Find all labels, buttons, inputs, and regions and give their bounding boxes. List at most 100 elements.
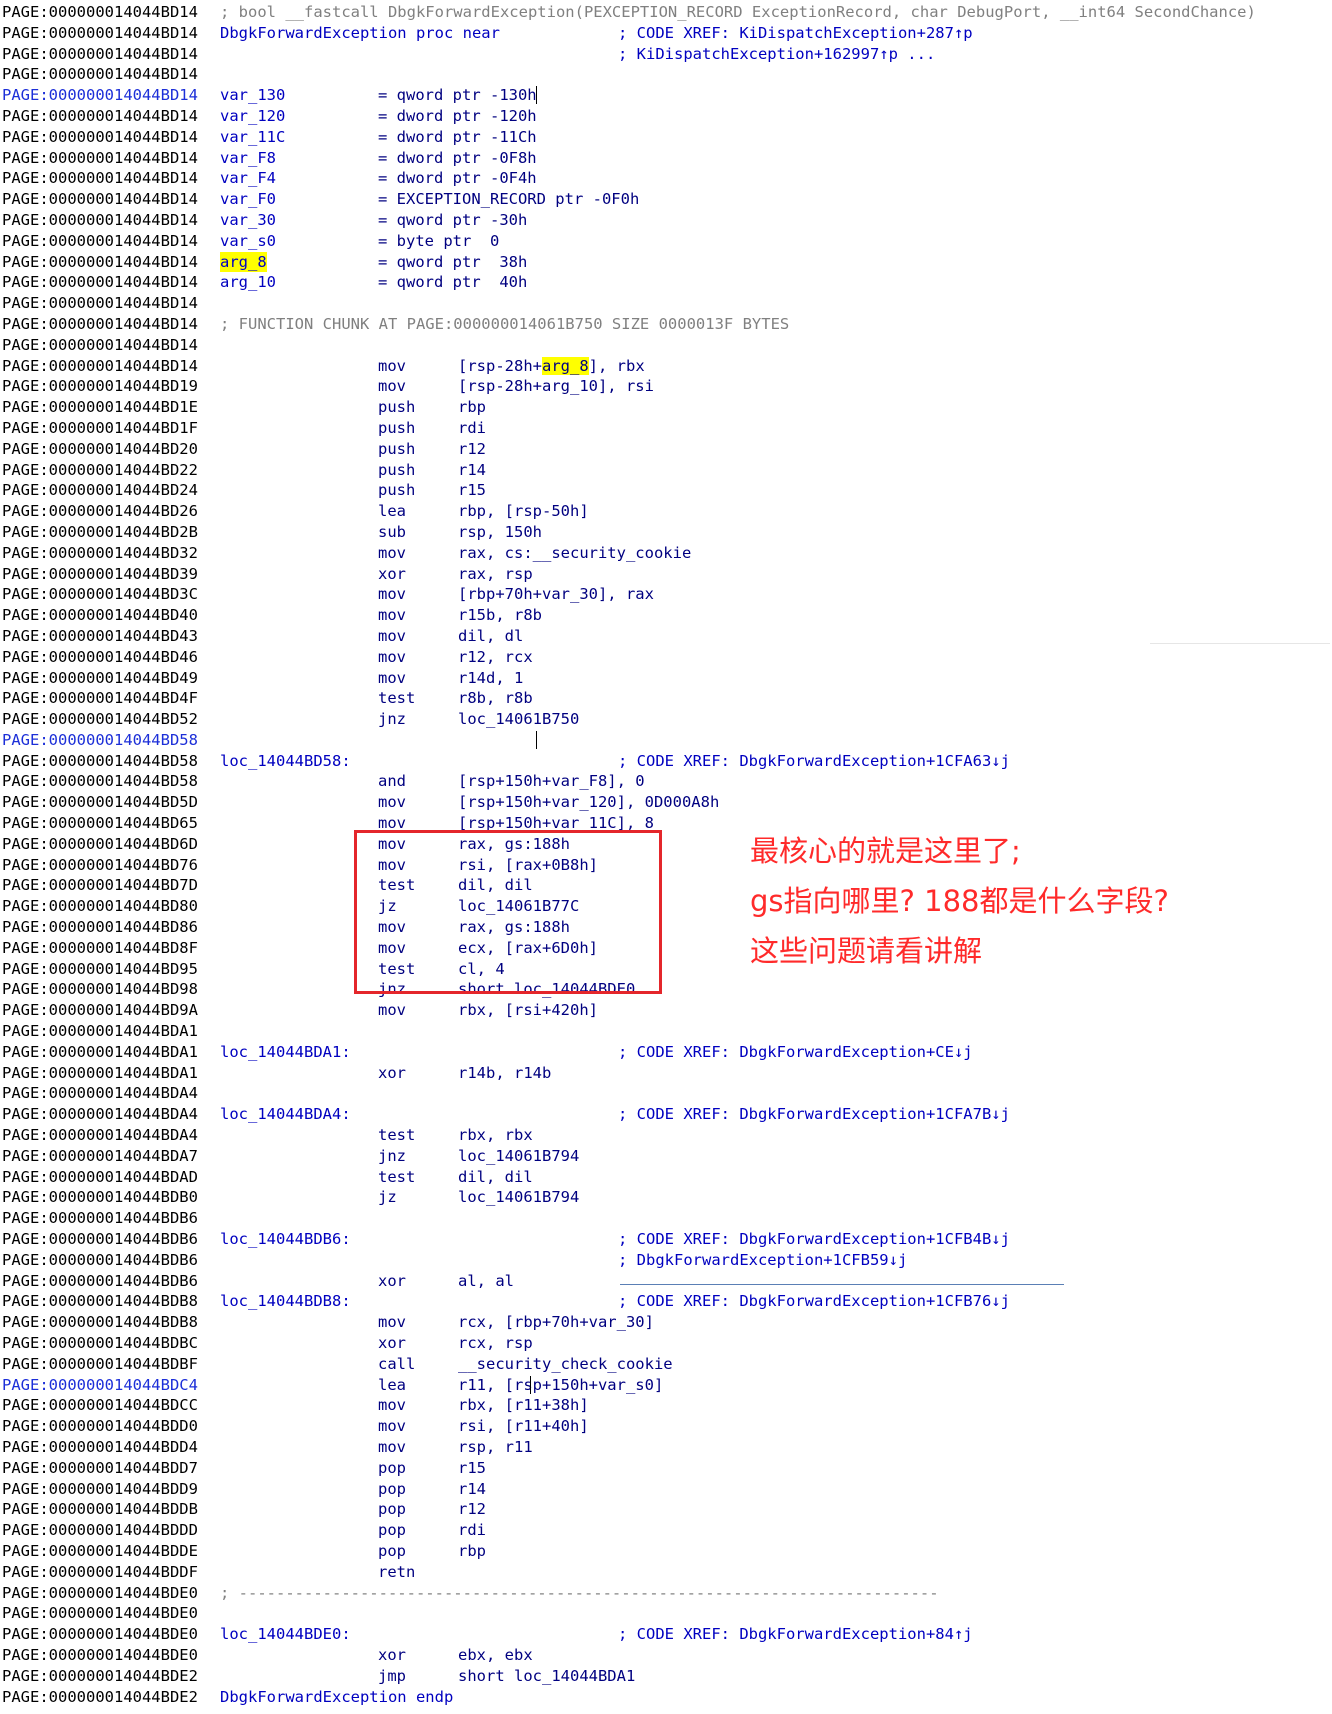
- line-address[interactable]: PAGE:000000014044BD52: [2, 709, 198, 730]
- disasm-line[interactable]: PAGE:000000014044BD14 ; bool __fastcall D…: [2, 2, 1332, 23]
- line-address[interactable]: PAGE:000000014044BD14: [2, 85, 198, 106]
- line-address[interactable]: PAGE:000000014044BD6D: [2, 834, 198, 855]
- disasm-line[interactable]: PAGE:000000014044BDBF call __security_chec…: [2, 1354, 1332, 1375]
- disasm-line[interactable]: PAGE:000000014044BD1E push rbp: [2, 397, 1332, 418]
- line-address[interactable]: PAGE:000000014044BDB8: [2, 1312, 198, 1333]
- line-address[interactable]: PAGE:000000014044BD24: [2, 480, 198, 501]
- disasm-line[interactable]: PAGE:000000014044BDA4 test rbx, rbx: [2, 1125, 1332, 1146]
- disasm-line[interactable]: PAGE:000000014044BD2B sub rsp, 150h: [2, 522, 1332, 543]
- line-address[interactable]: PAGE:000000014044BD20: [2, 439, 198, 460]
- disasm-line[interactable]: PAGE:000000014044BDDB pop r12: [2, 1499, 1332, 1520]
- disasm-line[interactable]: PAGE:000000014044BD52 jnz loc_14061B750: [2, 709, 1332, 730]
- disasm-line[interactable]: PAGE:000000014044BDCC mov rbx, [r11+38h]: [2, 1395, 1332, 1416]
- line-address[interactable]: PAGE:000000014044BD39: [2, 564, 198, 585]
- disasm-line[interactable]: PAGE:000000014044BDB6: [2, 1208, 1332, 1229]
- disasm-line[interactable]: PAGE:000000014044BDDE pop rbp: [2, 1541, 1332, 1562]
- line-address[interactable]: PAGE:000000014044BD14: [2, 356, 198, 377]
- line-address[interactable]: PAGE:000000014044BD22: [2, 460, 198, 481]
- code-label[interactable]: var_F4: [220, 168, 276, 189]
- disasm-line[interactable]: PAGE:000000014044BDB8 mov rcx, [rbp+70h+va…: [2, 1312, 1332, 1333]
- disasm-line[interactable]: PAGE:000000014044BD58 and [rsp+150h+var_F8…: [2, 771, 1332, 792]
- line-address[interactable]: PAGE:000000014044BD58: [2, 730, 198, 751]
- line-address[interactable]: PAGE:000000014044BD1F: [2, 418, 198, 439]
- line-address[interactable]: PAGE:000000014044BDB6: [2, 1250, 198, 1271]
- line-address[interactable]: PAGE:000000014044BD14: [2, 189, 198, 210]
- disasm-line[interactable]: PAGE:000000014044BDAD test dil, dil: [2, 1167, 1332, 1188]
- line-address[interactable]: PAGE:000000014044BD5D: [2, 792, 198, 813]
- line-address[interactable]: PAGE:000000014044BDE2: [2, 1687, 198, 1708]
- disasm-line[interactable]: PAGE:000000014044BD14 var_F8 = dword ptr -…: [2, 148, 1332, 169]
- line-address[interactable]: PAGE:000000014044BDA4: [2, 1083, 198, 1104]
- disasm-line[interactable]: PAGE:000000014044BDE0 xor ebx, ebx: [2, 1645, 1332, 1666]
- line-address[interactable]: PAGE:000000014044BD19: [2, 376, 198, 397]
- code-label[interactable]: var_130: [220, 85, 285, 106]
- disasm-line[interactable]: PAGE:000000014044BD26 lea rbp, [rsp-50h]: [2, 501, 1332, 522]
- disasm-line[interactable]: PAGE:000000014044BD14 ; KiDispatchExcepti…: [2, 44, 1332, 65]
- line-address[interactable]: PAGE:000000014044BDE2: [2, 1666, 198, 1687]
- disasm-line[interactable]: PAGE:000000014044BD1F push rdi: [2, 418, 1332, 439]
- disasm-line[interactable]: PAGE:000000014044BD14 var_130 = qword ptr …: [2, 85, 1332, 106]
- line-address[interactable]: PAGE:000000014044BD8F: [2, 938, 198, 959]
- code-label[interactable]: var_120: [220, 106, 285, 127]
- disasm-line[interactable]: PAGE:000000014044BD14 var_30 = qword ptr -…: [2, 210, 1332, 231]
- line-address[interactable]: PAGE:000000014044BD86: [2, 917, 198, 938]
- line-address[interactable]: PAGE:000000014044BDA4: [2, 1104, 198, 1125]
- disasm-line[interactable]: PAGE:000000014044BD14 var_s0 = byte ptr 0: [2, 231, 1332, 252]
- line-address[interactable]: PAGE:000000014044BDB8: [2, 1291, 198, 1312]
- code-label[interactable]: DbgkForwardException proc near: [220, 23, 500, 44]
- line-address[interactable]: PAGE:000000014044BD14: [2, 314, 198, 335]
- code-label[interactable]: DbgkForwardException endp: [220, 1687, 453, 1708]
- disasm-line[interactable]: PAGE:000000014044BDD0 mov rsi, [r11+40h]: [2, 1416, 1332, 1437]
- line-address[interactable]: PAGE:000000014044BD58: [2, 771, 198, 792]
- line-address[interactable]: PAGE:000000014044BD7D: [2, 875, 198, 896]
- disasm-line[interactable]: PAGE:000000014044BD39 xor rax, rsp: [2, 564, 1332, 585]
- line-address[interactable]: PAGE:000000014044BDA7: [2, 1146, 198, 1167]
- disasm-line[interactable]: PAGE:000000014044BDC4 lea r11, [rsp+150h+v…: [2, 1375, 1332, 1396]
- disasm-line[interactable]: PAGE:000000014044BD14 mov [rsp-28h+arg_8],…: [2, 356, 1332, 377]
- line-address[interactable]: PAGE:000000014044BD46: [2, 647, 198, 668]
- line-address[interactable]: PAGE:000000014044BD4F: [2, 688, 198, 709]
- line-address[interactable]: PAGE:000000014044BD49: [2, 668, 198, 689]
- code-label[interactable]: loc_14044BDB8:: [220, 1291, 351, 1312]
- disasm-line[interactable]: PAGE:000000014044BD14: [2, 293, 1332, 314]
- line-address[interactable]: PAGE:000000014044BDB6: [2, 1229, 198, 1250]
- disasm-line[interactable]: PAGE:000000014044BDE0: [2, 1603, 1332, 1624]
- disasm-line[interactable]: PAGE:000000014044BD14: [2, 64, 1332, 85]
- code-label[interactable]: var_F8: [220, 148, 276, 169]
- disasm-line[interactable]: PAGE:000000014044BDA1: [2, 1021, 1332, 1042]
- line-address[interactable]: PAGE:000000014044BDD7: [2, 1458, 198, 1479]
- disasm-line[interactable]: PAGE:000000014044BD22 push r14: [2, 460, 1332, 481]
- code-label[interactable]: arg_10: [220, 272, 276, 293]
- line-address[interactable]: PAGE:000000014044BDC4: [2, 1375, 198, 1396]
- line-address[interactable]: PAGE:000000014044BD98: [2, 979, 198, 1000]
- line-address[interactable]: PAGE:000000014044BD14: [2, 64, 198, 85]
- disasm-line[interactable]: PAGE:000000014044BD58: [2, 730, 1332, 751]
- line-address[interactable]: PAGE:000000014044BDE0: [2, 1624, 198, 1645]
- code-label[interactable]: loc_14044BD58:: [220, 751, 351, 772]
- disasm-line[interactable]: PAGE:000000014044BD14 DbgkForwardExceptio…: [2, 23, 1332, 44]
- disasm-line[interactable]: PAGE:000000014044BDBC xor rcx, rsp: [2, 1333, 1332, 1354]
- line-address[interactable]: PAGE:000000014044BD14: [2, 335, 198, 356]
- line-address[interactable]: PAGE:000000014044BD58: [2, 751, 198, 772]
- line-address[interactable]: PAGE:000000014044BD14: [2, 272, 198, 293]
- disasm-line[interactable]: PAGE:000000014044BDB6 ; DbgkForwardExcept…: [2, 1250, 1332, 1271]
- disasm-line[interactable]: PAGE:000000014044BD5D mov [rsp+150h+var_12…: [2, 792, 1332, 813]
- line-address[interactable]: PAGE:000000014044BD76: [2, 855, 198, 876]
- disasm-line[interactable]: PAGE:000000014044BDB6 loc_14044BDB6: ; COD…: [2, 1229, 1332, 1250]
- disasm-line[interactable]: PAGE:000000014044BD32 mov rax, cs:__securi…: [2, 543, 1332, 564]
- code-label[interactable]: var_s0: [220, 231, 276, 252]
- line-address[interactable]: PAGE:000000014044BD3C: [2, 584, 198, 605]
- line-address[interactable]: PAGE:000000014044BD65: [2, 813, 198, 834]
- disasm-line[interactable]: PAGE:000000014044BDB8 loc_14044BDB8: ; COD…: [2, 1291, 1332, 1312]
- disasm-line[interactable]: PAGE:000000014044BD46 mov r12, rcx: [2, 647, 1332, 668]
- code-label[interactable]: loc_14044BDA1:: [220, 1042, 351, 1063]
- line-address[interactable]: PAGE:000000014044BD14: [2, 127, 198, 148]
- disasm-line[interactable]: PAGE:000000014044BD14 var_F0 = EXCEPTION_R…: [2, 189, 1332, 210]
- highlighted-operand[interactable]: arg_8: [542, 356, 589, 375]
- line-address[interactable]: PAGE:000000014044BDD0: [2, 1416, 198, 1437]
- disasm-line[interactable]: PAGE:000000014044BD4F test r8b, r8b: [2, 688, 1332, 709]
- line-address[interactable]: PAGE:000000014044BD14: [2, 106, 198, 127]
- line-address[interactable]: PAGE:000000014044BDB0: [2, 1187, 198, 1208]
- disasm-line[interactable]: PAGE:000000014044BD19 mov [rsp-28h+arg_10]…: [2, 376, 1332, 397]
- line-address[interactable]: PAGE:000000014044BD14: [2, 44, 198, 65]
